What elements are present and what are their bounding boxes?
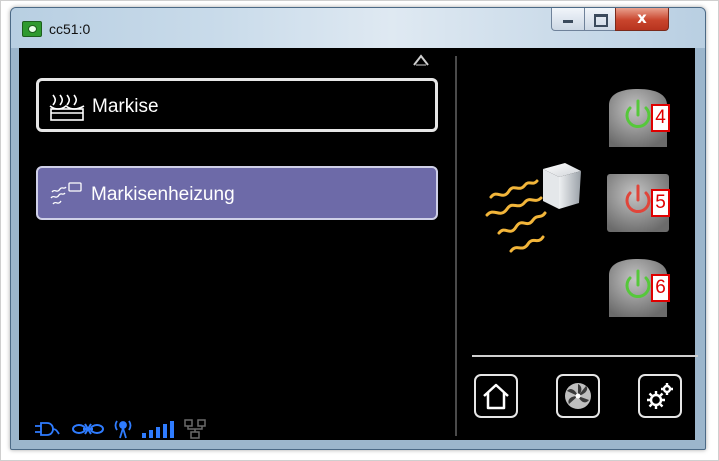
power-button-5[interactable]: 5 bbox=[605, 172, 671, 234]
menu-item-markisenheizung[interactable]: Markisenheizung bbox=[36, 166, 438, 220]
settings-gear-icon bbox=[647, 383, 673, 409]
power-button-6[interactable]: 6 bbox=[605, 257, 671, 319]
app-window: cc51:0 x Markise Markisenheizung 4 5 6 bbox=[10, 7, 706, 450]
awning-icon bbox=[49, 94, 85, 121]
menu-item-markise[interactable]: Markise bbox=[36, 78, 438, 132]
link-icon bbox=[72, 423, 104, 435]
menu-item-label: Markisenheizung bbox=[91, 184, 235, 205]
panel-divider bbox=[455, 56, 457, 436]
antenna-icon bbox=[114, 420, 132, 439]
fan-button[interactable] bbox=[556, 374, 600, 418]
maximize-button[interactable] bbox=[584, 8, 616, 31]
channel-number-badge: 4 bbox=[651, 104, 670, 132]
home-button[interactable] bbox=[474, 374, 518, 418]
status-bar bbox=[33, 419, 263, 439]
signal-bars-icon bbox=[142, 421, 174, 438]
power-button-4[interactable]: 4 bbox=[605, 87, 671, 149]
heater-illustration-icon bbox=[485, 163, 581, 253]
close-button[interactable]: x bbox=[615, 8, 669, 31]
minimize-icon bbox=[563, 20, 573, 23]
channel-number-badge: 5 bbox=[651, 189, 670, 217]
fan-icon bbox=[565, 383, 591, 409]
close-icon: x bbox=[637, 9, 647, 27]
heater-wave-icon bbox=[50, 182, 82, 205]
nav-divider bbox=[472, 355, 698, 357]
minimize-button[interactable] bbox=[551, 8, 585, 31]
settings-button[interactable] bbox=[638, 374, 682, 418]
menu-item-label: Markise bbox=[92, 96, 159, 117]
network-icon bbox=[184, 419, 206, 439]
window-title: cc51:0 bbox=[49, 21, 91, 37]
home-icon bbox=[483, 383, 509, 410]
scroll-up-icon[interactable] bbox=[413, 53, 429, 67]
app-eye-icon bbox=[22, 21, 42, 37]
plug-icon bbox=[35, 422, 60, 436]
channel-number-badge: 6 bbox=[651, 274, 670, 302]
device-screen: Markise Markisenheizung 4 5 6 bbox=[19, 48, 698, 440]
maximize-icon bbox=[594, 14, 608, 27]
title-bar[interactable]: cc51:0 x bbox=[11, 8, 705, 48]
